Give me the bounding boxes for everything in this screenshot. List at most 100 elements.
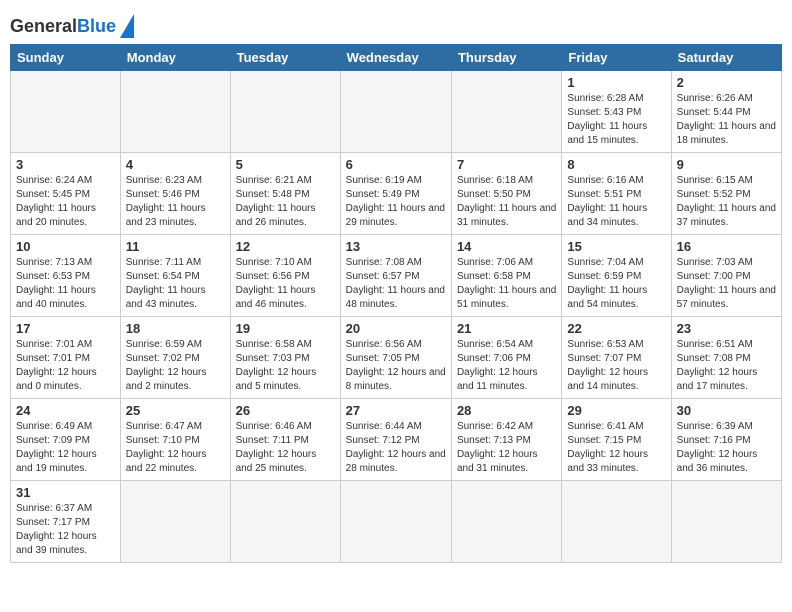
- day-number: 2: [677, 75, 776, 90]
- logo: GeneralBlue: [10, 14, 134, 38]
- calendar-cell: 17 Sunrise: 7:01 AM Sunset: 7:01 PM Dayli…: [11, 317, 121, 399]
- day-info: Sunrise: 6:15 AM Sunset: 5:52 PM Dayligh…: [677, 174, 776, 230]
- calendar-cell: 27Sunrise: 6:44 AM Sunset: 7:12 PM Dayli…: [340, 399, 451, 481]
- weekday-header-row: SundayMondayTuesdayWednesdayThursdayFrid…: [11, 45, 782, 71]
- calendar-cell: 12Sunrise: 7:10 AM Sunset: 6:56 PM Dayli…: [230, 235, 340, 317]
- day-info: Sunrise: 6:24 AM Sunset: 5:45 PM Dayligh…: [16, 174, 115, 230]
- day-info: Sunrise: 6:21 AM Sunset: 5:48 PM Dayligh…: [236, 174, 335, 230]
- calendar-cell: 3Sunrise: 6:24 AM Sunset: 5:45 PM Daylig…: [11, 153, 121, 235]
- calendar-cell: 19 Sunrise: 6:58 AM Sunset: 7:03 PM Dayli…: [230, 317, 340, 399]
- calendar-cell: 10 Sunrise: 7:13 AM Sunset: 6:53 PM Dayli…: [11, 235, 121, 317]
- calendar-cell: 21 Sunrise: 6:54 AM Sunset: 7:06 PM Dayli…: [451, 317, 561, 399]
- day-number: 9: [677, 157, 776, 172]
- weekday-header: Sunday: [11, 45, 121, 71]
- day-info: Sunrise: 6:46 AM Sunset: 7:11 PM Dayligh…: [236, 420, 335, 476]
- week-row: 31 Sunrise: 6:37 AM Sunset: 7:17 PM Dayli…: [11, 481, 782, 563]
- calendar-cell: [340, 481, 451, 563]
- day-number: 22: [567, 321, 665, 336]
- calendar-cell: 29 Sunrise: 6:41 AM Sunset: 7:15 PM Dayli…: [562, 399, 671, 481]
- day-number: 10: [16, 239, 115, 254]
- calendar-cell: 5 Sunrise: 6:21 AM Sunset: 5:48 PM Daylig…: [230, 153, 340, 235]
- calendar-cell: 26 Sunrise: 6:46 AM Sunset: 7:11 PM Dayli…: [230, 399, 340, 481]
- day-number: 1: [567, 75, 665, 90]
- day-number: 25: [126, 403, 225, 418]
- week-row: 10 Sunrise: 7:13 AM Sunset: 6:53 PM Dayli…: [11, 235, 782, 317]
- calendar-cell: 30Sunrise: 6:39 AM Sunset: 7:16 PM Dayli…: [671, 399, 781, 481]
- day-number: 23: [677, 321, 776, 336]
- day-info: Sunrise: 6:44 AM Sunset: 7:12 PM Dayligh…: [346, 420, 446, 476]
- day-number: 21: [457, 321, 556, 336]
- day-number: 13: [346, 239, 446, 254]
- day-number: 20: [346, 321, 446, 336]
- calendar-table: SundayMondayTuesdayWednesdayThursdayFrid…: [10, 44, 782, 563]
- day-info: Sunrise: 6:42 AM Sunset: 7:13 PM Dayligh…: [457, 420, 556, 476]
- calendar-cell: [451, 481, 561, 563]
- day-info: Sunrise: 6:37 AM Sunset: 7:17 PM Dayligh…: [16, 502, 115, 558]
- day-info: Sunrise: 7:06 AM Sunset: 6:58 PM Dayligh…: [457, 256, 556, 312]
- logo-text: GeneralBlue: [10, 17, 116, 35]
- day-info: Sunrise: 7:10 AM Sunset: 6:56 PM Dayligh…: [236, 256, 335, 312]
- calendar-cell: 8 Sunrise: 6:16 AM Sunset: 5:51 PM Daylig…: [562, 153, 671, 235]
- day-number: 5: [236, 157, 335, 172]
- weekday-header: Saturday: [671, 45, 781, 71]
- day-number: 4: [126, 157, 225, 172]
- calendar-cell: [230, 71, 340, 153]
- day-number: 29: [567, 403, 665, 418]
- day-number: 7: [457, 157, 556, 172]
- day-info: Sunrise: 6:41 AM Sunset: 7:15 PM Dayligh…: [567, 420, 665, 476]
- day-number: 18: [126, 321, 225, 336]
- calendar-cell: 18 Sunrise: 6:59 AM Sunset: 7:02 PM Dayli…: [120, 317, 230, 399]
- week-row: 24Sunrise: 6:49 AM Sunset: 7:09 PM Dayli…: [11, 399, 782, 481]
- day-number: 16: [677, 239, 776, 254]
- day-number: 8: [567, 157, 665, 172]
- calendar-cell: 16 Sunrise: 7:03 AM Sunset: 7:00 PM Dayli…: [671, 235, 781, 317]
- week-row: 17 Sunrise: 7:01 AM Sunset: 7:01 PM Dayli…: [11, 317, 782, 399]
- day-info: Sunrise: 6:51 AM Sunset: 7:08 PM Dayligh…: [677, 338, 776, 394]
- day-number: 30: [677, 403, 776, 418]
- calendar-cell: [340, 71, 451, 153]
- weekday-header: Tuesday: [230, 45, 340, 71]
- calendar-cell: [451, 71, 561, 153]
- calendar-cell: [120, 71, 230, 153]
- week-row: 1 Sunrise: 6:28 AM Sunset: 5:43 PM Daylig…: [11, 71, 782, 153]
- day-info: Sunrise: 6:54 AM Sunset: 7:06 PM Dayligh…: [457, 338, 556, 394]
- calendar-cell: 14Sunrise: 7:06 AM Sunset: 6:58 PM Dayli…: [451, 235, 561, 317]
- weekday-header: Wednesday: [340, 45, 451, 71]
- calendar-cell: 25Sunrise: 6:47 AM Sunset: 7:10 PM Dayli…: [120, 399, 230, 481]
- calendar-cell: 11Sunrise: 7:11 AM Sunset: 6:54 PM Dayli…: [120, 235, 230, 317]
- day-info: Sunrise: 6:18 AM Sunset: 5:50 PM Dayligh…: [457, 174, 556, 230]
- day-info: Sunrise: 7:08 AM Sunset: 6:57 PM Dayligh…: [346, 256, 446, 312]
- day-number: 28: [457, 403, 556, 418]
- day-number: 31: [16, 485, 115, 500]
- calendar-cell: 31 Sunrise: 6:37 AM Sunset: 7:17 PM Dayli…: [11, 481, 121, 563]
- day-info: Sunrise: 6:19 AM Sunset: 5:49 PM Dayligh…: [346, 174, 446, 230]
- day-info: Sunrise: 6:59 AM Sunset: 7:02 PM Dayligh…: [126, 338, 225, 394]
- day-number: 17: [16, 321, 115, 336]
- day-info: Sunrise: 7:13 AM Sunset: 6:53 PM Dayligh…: [16, 256, 115, 312]
- day-number: 11: [126, 239, 225, 254]
- day-number: 19: [236, 321, 335, 336]
- week-row: 3Sunrise: 6:24 AM Sunset: 5:45 PM Daylig…: [11, 153, 782, 235]
- day-info: Sunrise: 6:56 AM Sunset: 7:05 PM Dayligh…: [346, 338, 446, 394]
- calendar-cell: [120, 481, 230, 563]
- calendar-cell: 22 Sunrise: 6:53 AM Sunset: 7:07 PM Dayli…: [562, 317, 671, 399]
- calendar-cell: [562, 481, 671, 563]
- day-info: Sunrise: 6:16 AM Sunset: 5:51 PM Dayligh…: [567, 174, 665, 230]
- weekday-header: Monday: [120, 45, 230, 71]
- day-number: 15: [567, 239, 665, 254]
- calendar-cell: 15 Sunrise: 7:04 AM Sunset: 6:59 PM Dayli…: [562, 235, 671, 317]
- header: GeneralBlue: [10, 10, 782, 38]
- calendar-cell: 24Sunrise: 6:49 AM Sunset: 7:09 PM Dayli…: [11, 399, 121, 481]
- calendar-cell: [11, 71, 121, 153]
- day-number: 26: [236, 403, 335, 418]
- day-info: Sunrise: 7:01 AM Sunset: 7:01 PM Dayligh…: [16, 338, 115, 394]
- day-info: Sunrise: 6:23 AM Sunset: 5:46 PM Dayligh…: [126, 174, 225, 230]
- calendar-cell: 4 Sunrise: 6:23 AM Sunset: 5:46 PM Daylig…: [120, 153, 230, 235]
- day-info: Sunrise: 7:04 AM Sunset: 6:59 PM Dayligh…: [567, 256, 665, 312]
- day-info: Sunrise: 6:58 AM Sunset: 7:03 PM Dayligh…: [236, 338, 335, 394]
- day-info: Sunrise: 7:03 AM Sunset: 7:00 PM Dayligh…: [677, 256, 776, 312]
- day-info: Sunrise: 6:53 AM Sunset: 7:07 PM Dayligh…: [567, 338, 665, 394]
- day-info: Sunrise: 6:26 AM Sunset: 5:44 PM Dayligh…: [677, 92, 776, 148]
- calendar-cell: 23 Sunrise: 6:51 AM Sunset: 7:08 PM Dayli…: [671, 317, 781, 399]
- day-info: Sunrise: 6:28 AM Sunset: 5:43 PM Dayligh…: [567, 92, 665, 148]
